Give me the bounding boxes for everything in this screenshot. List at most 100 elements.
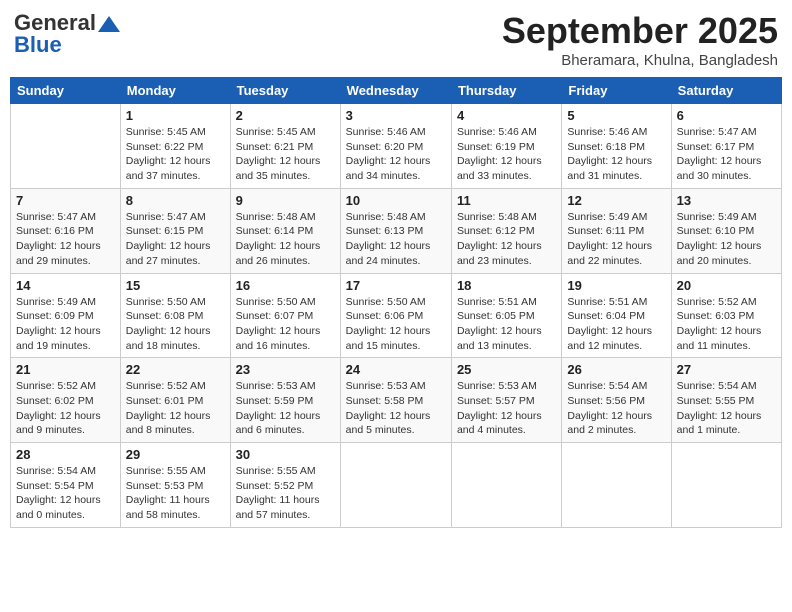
day-number: 12 — [567, 193, 665, 208]
day-number: 2 — [236, 108, 335, 123]
day-info: Sunrise: 5:46 AMSunset: 6:18 PMDaylight:… — [567, 125, 665, 184]
day-number: 7 — [16, 193, 115, 208]
day-cell: 13 Sunrise: 5:49 AMSunset: 6:10 PMDayligh… — [671, 188, 781, 273]
week-row-5: 28Sunrise: 5:54 AMSunset: 5:54 PMDayligh… — [11, 443, 782, 528]
column-header-thursday: Thursday — [451, 78, 561, 104]
day-info: Sunrise: 5:50 AMSunset: 6:06 PMDaylight:… — [346, 295, 446, 354]
day-cell: 27 Sunrise: 5:54 AMSunset: 5:55 PMDayligh… — [671, 358, 781, 443]
day-cell: 15 Sunrise: 5:50 AMSunset: 6:08 PMDayligh… — [120, 273, 230, 358]
day-number: 20 — [677, 278, 776, 293]
day-cell: 6 Sunrise: 5:47 AMSunset: 6:17 PMDaylight… — [671, 104, 781, 189]
day-info: Sunrise: 5:50 AMSunset: 6:08 PMDaylight:… — [126, 295, 225, 354]
day-info: Sunrise: 5:49 AMSunset: 6:10 PMDaylight:… — [677, 210, 776, 269]
day-info: Sunrise: 5:49 AMSunset: 6:09 PMDaylight:… — [16, 295, 115, 354]
day-number: 6 — [677, 108, 776, 123]
day-cell: 24 Sunrise: 5:53 AMSunset: 5:58 PMDayligh… — [340, 358, 451, 443]
day-cell: 2Sunrise: 5:45 AMSunset: 6:21 PMDaylight… — [230, 104, 340, 189]
day-number: 25 — [457, 362, 556, 377]
day-number: 16 — [236, 278, 335, 293]
day-number: 17 — [346, 278, 446, 293]
day-cell: 9 Sunrise: 5:48 AMSunset: 6:14 PMDaylight… — [230, 188, 340, 273]
day-cell: 8 Sunrise: 5:47 AMSunset: 6:15 PMDaylight… — [120, 188, 230, 273]
day-cell — [562, 443, 671, 528]
day-number: 23 — [236, 362, 335, 377]
day-number: 22 — [126, 362, 225, 377]
day-cell — [11, 104, 121, 189]
day-info: Sunrise: 5:46 AMSunset: 6:19 PMDaylight:… — [457, 125, 556, 184]
day-info: Sunrise: 5:54 AMSunset: 5:56 PMDaylight:… — [567, 379, 665, 438]
day-cell — [451, 443, 561, 528]
day-cell: 19 Sunrise: 5:51 AMSunset: 6:04 PMDayligh… — [562, 273, 671, 358]
day-number: 21 — [16, 362, 115, 377]
day-number: 19 — [567, 278, 665, 293]
calendar-header-row: SundayMondayTuesdayWednesdayThursdayFrid… — [11, 78, 782, 104]
day-cell: 11Sunrise: 5:48 AMSunset: 6:12 PMDayligh… — [451, 188, 561, 273]
day-number: 1 — [126, 108, 225, 123]
day-info: Sunrise: 5:48 AMSunset: 6:12 PMDaylight:… — [457, 210, 556, 269]
day-info: Sunrise: 5:47 AMSunset: 6:17 PMDaylight:… — [677, 125, 776, 184]
day-cell: 22Sunrise: 5:52 AMSunset: 6:01 PMDayligh… — [120, 358, 230, 443]
day-cell — [340, 443, 451, 528]
day-info: Sunrise: 5:46 AMSunset: 6:20 PMDaylight:… — [346, 125, 446, 184]
title-block: September 2025 Bheramara, Khulna, Bangla… — [502, 10, 778, 69]
day-info: Sunrise: 5:51 AMSunset: 6:04 PMDaylight:… — [567, 295, 665, 354]
day-cell — [671, 443, 781, 528]
day-info: Sunrise: 5:48 AMSunset: 6:13 PMDaylight:… — [346, 210, 446, 269]
day-number: 8 — [126, 193, 225, 208]
day-cell: 14 Sunrise: 5:49 AMSunset: 6:09 PMDayligh… — [11, 273, 121, 358]
column-header-saturday: Saturday — [671, 78, 781, 104]
day-cell: 5Sunrise: 5:46 AMSunset: 6:18 PMDaylight… — [562, 104, 671, 189]
day-number: 3 — [346, 108, 446, 123]
day-cell: 18Sunrise: 5:51 AMSunset: 6:05 PMDayligh… — [451, 273, 561, 358]
day-info: Sunrise: 5:53 AMSunset: 5:58 PMDaylight:… — [346, 379, 446, 438]
day-number: 24 — [346, 362, 446, 377]
day-info: Sunrise: 5:53 AMSunset: 5:57 PMDaylight:… — [457, 379, 556, 438]
day-number: 13 — [677, 193, 776, 208]
day-number: 14 — [16, 278, 115, 293]
day-cell: 25 Sunrise: 5:53 AMSunset: 5:57 PMDayligh… — [451, 358, 561, 443]
page-header: General Blue September 2025 Bheramara, K… — [10, 10, 782, 69]
week-row-1: 1Sunrise: 5:45 AMSunset: 6:22 PMDaylight… — [11, 104, 782, 189]
day-cell: 21 Sunrise: 5:52 AMSunset: 6:02 PMDayligh… — [11, 358, 121, 443]
day-cell: 7 Sunrise: 5:47 AMSunset: 6:16 PMDaylight… — [11, 188, 121, 273]
day-cell: 16 Sunrise: 5:50 AMSunset: 6:07 PMDayligh… — [230, 273, 340, 358]
day-info: Sunrise: 5:51 AMSunset: 6:05 PMDaylight:… — [457, 295, 556, 354]
day-cell: 26 Sunrise: 5:54 AMSunset: 5:56 PMDayligh… — [562, 358, 671, 443]
day-number: 26 — [567, 362, 665, 377]
day-number: 29 — [126, 447, 225, 462]
day-info: Sunrise: 5:52 AMSunset: 6:02 PMDaylight:… — [16, 379, 115, 438]
day-cell: 4Sunrise: 5:46 AMSunset: 6:19 PMDaylight… — [451, 104, 561, 189]
day-cell: 3 Sunrise: 5:46 AMSunset: 6:20 PMDaylight… — [340, 104, 451, 189]
column-header-wednesday: Wednesday — [340, 78, 451, 104]
day-info: Sunrise: 5:50 AMSunset: 6:07 PMDaylight:… — [236, 295, 335, 354]
day-cell: 20 Sunrise: 5:52 AMSunset: 6:03 PMDayligh… — [671, 273, 781, 358]
day-info: Sunrise: 5:54 AMSunset: 5:55 PMDaylight:… — [677, 379, 776, 438]
day-cell: 30 Sunrise: 5:55 AMSunset: 5:52 PMDayligh… — [230, 443, 340, 528]
location: Bheramara, Khulna, Bangladesh — [502, 52, 778, 69]
column-header-monday: Monday — [120, 78, 230, 104]
day-cell: 23Sunrise: 5:53 AMSunset: 5:59 PMDayligh… — [230, 358, 340, 443]
day-info: Sunrise: 5:47 AMSunset: 6:16 PMDaylight:… — [16, 210, 115, 269]
day-number: 15 — [126, 278, 225, 293]
column-header-friday: Friday — [562, 78, 671, 104]
day-number: 28 — [16, 447, 115, 462]
week-row-3: 14 Sunrise: 5:49 AMSunset: 6:09 PMDayligh… — [11, 273, 782, 358]
column-header-sunday: Sunday — [11, 78, 121, 104]
day-number: 30 — [236, 447, 335, 462]
day-info: Sunrise: 5:55 AMSunset: 5:52 PMDaylight:… — [236, 464, 335, 523]
day-info: Sunrise: 5:48 AMSunset: 6:14 PMDaylight:… — [236, 210, 335, 269]
logo: General Blue — [14, 10, 120, 58]
day-number: 9 — [236, 193, 335, 208]
day-info: Sunrise: 5:47 AMSunset: 6:15 PMDaylight:… — [126, 210, 225, 269]
day-info: Sunrise: 5:49 AMSunset: 6:11 PMDaylight:… — [567, 210, 665, 269]
logo-icon — [98, 16, 120, 32]
day-number: 10 — [346, 193, 446, 208]
column-header-tuesday: Tuesday — [230, 78, 340, 104]
day-cell: 12 Sunrise: 5:49 AMSunset: 6:11 PMDayligh… — [562, 188, 671, 273]
calendar-table: SundayMondayTuesdayWednesdayThursdayFrid… — [10, 77, 782, 528]
day-number: 27 — [677, 362, 776, 377]
day-cell: 10 Sunrise: 5:48 AMSunset: 6:13 PMDayligh… — [340, 188, 451, 273]
day-info: Sunrise: 5:52 AMSunset: 6:03 PMDaylight:… — [677, 295, 776, 354]
logo-blue-text: Blue — [14, 32, 62, 58]
day-cell: 17 Sunrise: 5:50 AMSunset: 6:06 PMDayligh… — [340, 273, 451, 358]
